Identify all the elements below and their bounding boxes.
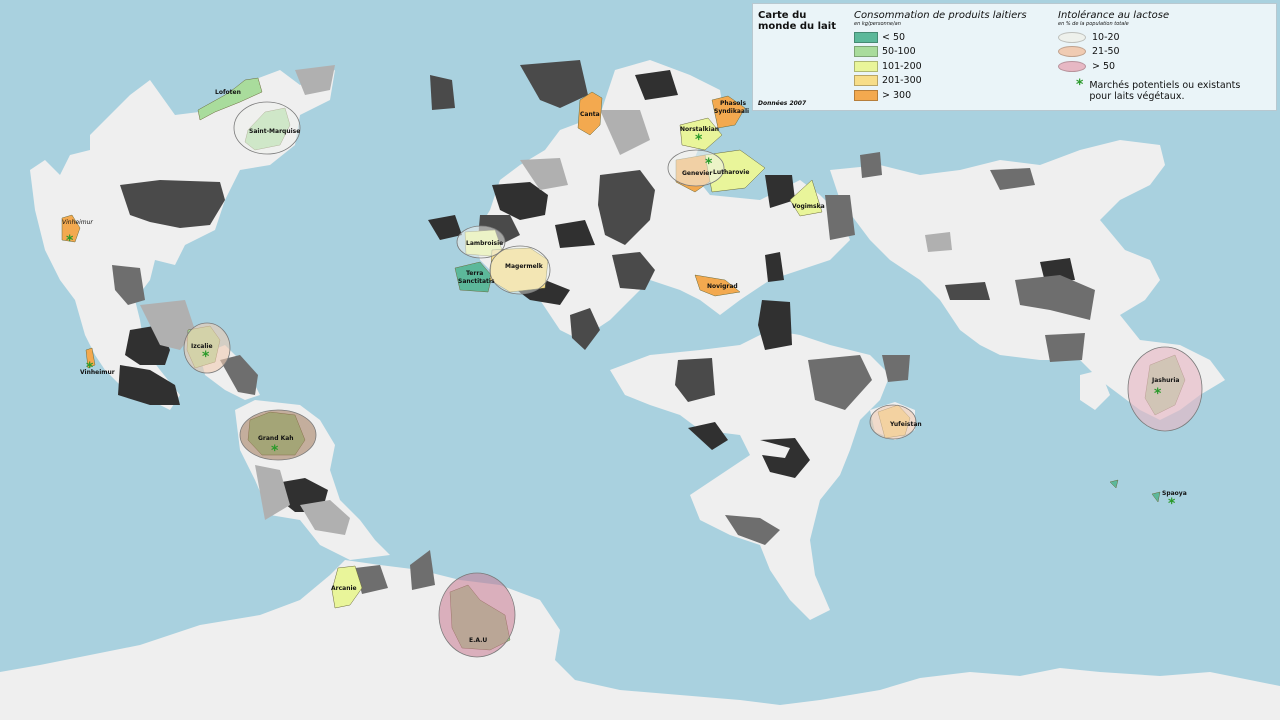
label-grand-kah: Grand Kah xyxy=(258,435,294,442)
label-vinheimur-south: Vinheimur xyxy=(80,369,115,376)
map-legend: Carte du monde du lait Données 2007 Cons… xyxy=(752,3,1277,111)
label-syndikaali: Syndikaali xyxy=(714,108,749,115)
legend-class: 50-100 xyxy=(854,45,1027,60)
legend-swatch xyxy=(854,46,878,58)
legend-marker-note: * Marchés potentiels ou existants pour l… xyxy=(1058,76,1249,102)
label-jashuria: Jashuria xyxy=(1151,377,1179,384)
market-marker: * xyxy=(202,349,210,365)
legend-consumption-unit: en kg/personne/an xyxy=(854,21,901,27)
label-vinheimur-north: Vinheimur xyxy=(62,219,93,226)
legend-consumption-heading: Consommation de produits laitiers xyxy=(854,10,1027,21)
legend-title: Carte du monde du lait xyxy=(758,10,836,32)
intolerance-ellipse-jashuria xyxy=(1127,346,1203,432)
legend-marker-label: Marchés potentiels ou existants pour lai… xyxy=(1089,79,1241,102)
legend-class-label: 201-300 xyxy=(882,75,922,87)
market-marker: * xyxy=(66,233,74,249)
legend-intolerance: Intolérance au lactose en % de la popula… xyxy=(1058,10,1249,102)
legend-source: Données 2007 xyxy=(758,100,807,107)
territory xyxy=(945,282,990,300)
legend-class-label: > 300 xyxy=(882,89,912,101)
legend-class: 21-50 xyxy=(1058,45,1249,60)
label-lofoten: Lofoten xyxy=(215,89,241,96)
territory xyxy=(1045,333,1085,362)
territory xyxy=(925,232,952,252)
legend-intolerance-unit: en % de la population totale xyxy=(1058,21,1129,27)
label-spaoya: Spaoya xyxy=(1162,490,1187,497)
legend-class-label: 50-100 xyxy=(882,46,916,58)
label-phasols: Phasols xyxy=(720,100,746,107)
market-marker-icon: * xyxy=(1076,76,1084,93)
label-eau: E.A.U xyxy=(469,637,487,644)
label-yufeistan: Yufeistan xyxy=(889,421,922,428)
market-marker: * xyxy=(695,132,703,148)
legend-class-label: 10-20 xyxy=(1092,31,1120,43)
intolerance-ellipse-eau xyxy=(438,572,516,658)
territory xyxy=(430,75,455,110)
legend-swatch xyxy=(854,75,878,87)
legend-oval xyxy=(1058,60,1086,72)
label-terra: Terra xyxy=(466,270,483,277)
market-marker: * xyxy=(1154,386,1162,402)
legend-swatch xyxy=(854,60,878,72)
territory xyxy=(825,195,855,240)
territory xyxy=(860,152,882,178)
label-arcanie: Arcanie xyxy=(331,585,357,592)
label-magermelk: Magermelk xyxy=(505,263,544,270)
label-izcalie: Izcalie xyxy=(191,343,213,350)
legend-class: 201-300 xyxy=(854,74,1027,89)
label-norstalkian: Norstalkian xyxy=(680,126,719,133)
legend-consumption: Consommation de produits laitiers en kg/… xyxy=(854,10,1027,103)
legend-oval xyxy=(1058,46,1086,58)
legend-class: 10-20 xyxy=(1058,30,1249,45)
legend-class-label: < 50 xyxy=(882,31,906,43)
label-vogimska: Vogimska xyxy=(792,203,825,210)
legend-class: > 50 xyxy=(1058,59,1249,74)
intolerance-ellipse-genevier xyxy=(667,149,725,187)
label-terra-sanctitatis: Sanctitatis xyxy=(458,278,495,285)
market-marker: * xyxy=(1168,496,1176,512)
market-marker: * xyxy=(271,443,279,459)
label-saint-marquise: Saint-Marquise xyxy=(249,128,300,135)
legend-swatch xyxy=(854,89,878,101)
legend-class: > 300 xyxy=(854,88,1027,103)
label-genevier: Genevier xyxy=(682,170,712,177)
label-lutharovie: Lutharovie xyxy=(713,169,749,176)
label-novigrad: Novigrad xyxy=(707,283,738,290)
territory xyxy=(758,300,792,350)
legend-swatch xyxy=(854,31,878,43)
label-canta: Canta xyxy=(580,111,600,118)
legend-class-label: 21-50 xyxy=(1092,46,1120,58)
legend-class: 101-200 xyxy=(854,59,1027,74)
legend-class: < 50 xyxy=(854,30,1027,45)
legend-intolerance-heading: Intolérance au lactose xyxy=(1058,10,1170,21)
intolerance-ellipse-magermelk xyxy=(489,245,551,295)
legend-class-label: 101-200 xyxy=(882,60,922,72)
legend-oval xyxy=(1058,31,1086,43)
legend-class-label: > 50 xyxy=(1092,60,1116,72)
label-lambroisie: Lambroisie xyxy=(466,240,503,247)
